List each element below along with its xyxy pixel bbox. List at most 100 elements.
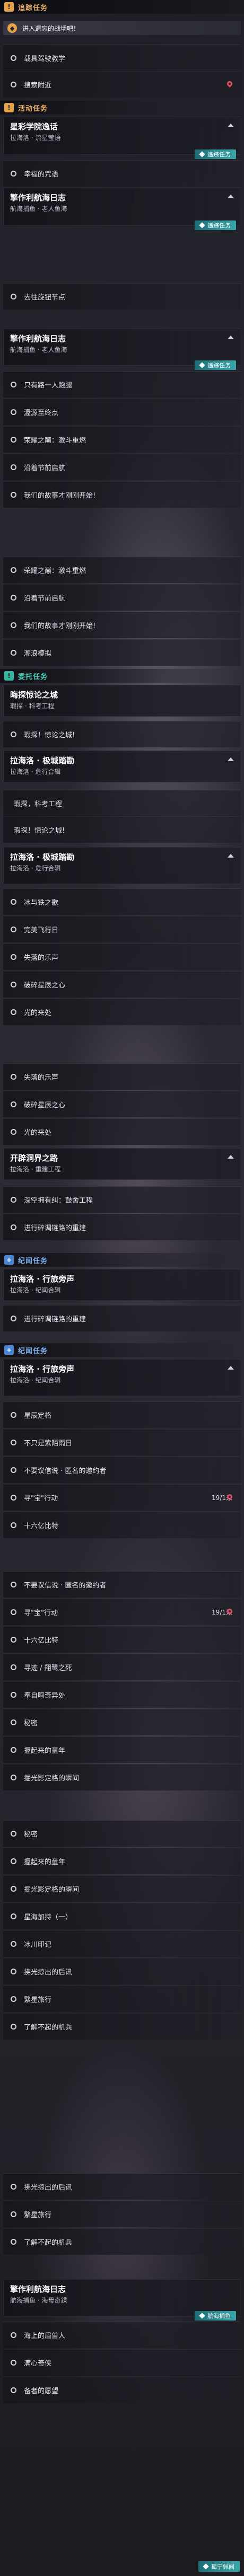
list-item[interactable]: 荣耀之巅：激斗重燃	[3, 557, 241, 583]
list-item[interactable]: 繁星旅行	[3, 2201, 241, 2227]
list-item[interactable]: 满心奇侠	[3, 2349, 241, 2376]
list-item[interactable]: 瑕探，科考工程	[3, 790, 241, 816]
status-ring-icon	[11, 55, 16, 61]
list-item[interactable]: 深空拥有纠：鼓舍工程	[3, 1186, 241, 1213]
tracked-quest-label: 进入遗忘的战场吧！	[22, 24, 80, 32]
list-item[interactable]: 完美飞行日	[3, 916, 241, 942]
list-item[interactable]: 星辰定格	[3, 1401, 241, 1428]
list-item[interactable]: 星海加持（一）	[3, 1903, 241, 1929]
list-item[interactable]: 海上的眉兽人	[3, 2322, 241, 2348]
list-item[interactable]: 我们的故事才刚刚开始!	[3, 612, 241, 638]
compass-icon: ◆	[7, 23, 17, 33]
tracked-section-header: ! 追踪任务	[0, 0, 244, 14]
quest-card[interactable]: 开辟洞界之路 拉海洛 · 重建工程	[3, 1148, 241, 1180]
list-item[interactable]: 繁星旅行	[3, 1986, 241, 2012]
adventure-section-header: ! 委托任务	[0, 669, 244, 683]
list-item[interactable]: 掘光影定格的瞬间	[3, 1875, 241, 1902]
list-item[interactable]: 寻"宝"行动 19/1米	[3, 1484, 241, 1511]
list-item[interactable]: 寻迹 / 翔鹭之死	[3, 1654, 241, 1680]
list-item[interactable]: 破碎星辰之心	[3, 971, 241, 998]
list-item[interactable]: 失落的乐声	[3, 943, 241, 970]
location-pin-icon[interactable]	[226, 1609, 233, 1616]
list-item[interactable]: 失落的乐声	[3, 1063, 241, 1090]
list-item[interactable]: 十六亿比特	[3, 1512, 241, 1538]
status-ring-icon	[11, 82, 16, 87]
list-item[interactable]: 只有路一人跑腿	[3, 371, 241, 398]
list-item[interactable]: 掘光影定格的瞬间	[3, 1764, 241, 1790]
tracked-quest-row[interactable]: ◆ 进入遗忘的战场吧！	[3, 21, 241, 35]
track-tag[interactable]: 追踪任务	[195, 220, 236, 230]
list-item[interactable]: 瑕探！惊论之城!	[3, 721, 241, 747]
list-item[interactable]: 我们的故事才刚刚开始!	[3, 481, 241, 508]
list-item[interactable]: 沿着节前启航	[3, 584, 241, 611]
track-icon	[199, 222, 205, 228]
quest-card[interactable]: 擎作利航海日志 航海捕鱼 · 海母奇鍒 航海捕鱼	[3, 2279, 241, 2321]
list-item[interactable]: 拂光掠出的后讯	[3, 2173, 241, 2200]
chevron-up-icon[interactable]	[228, 757, 234, 761]
list-item[interactable]: 荣耀之巅：激斗重燃	[3, 426, 241, 453]
list-item[interactable]: 幸福的咒语	[3, 160, 241, 187]
list-item[interactable]: 冰与铁之歌	[3, 888, 241, 915]
bottom-tag[interactable]: 孤宁佩闻	[198, 2561, 240, 2572]
list-item[interactable]: 载具驾驶教学	[3, 45, 241, 71]
chevron-up-icon[interactable]	[228, 336, 234, 339]
list-item[interactable]: 奉自鸣奇异处	[3, 1681, 241, 1708]
list-item[interactable]: 拂光掠出的后讯	[3, 1958, 241, 1984]
list-item[interactable]: 光的来处	[3, 999, 241, 1025]
flag-icon: !	[4, 2, 14, 12]
track-tag[interactable]: 航海捕鱼	[195, 2311, 236, 2321]
quest-card[interactable]: 拉海洛 · 极城踏勘 拉海洛 · 危行合辑	[3, 847, 241, 884]
list-item[interactable]: 冰川印记	[3, 1930, 241, 1957]
chevron-up-icon[interactable]	[228, 1366, 234, 1370]
list-item[interactable]: 握起来的童年	[3, 1736, 241, 1763]
list-item[interactable]: 进行碎调链路的重建	[3, 1214, 241, 1240]
chevron-up-icon[interactable]	[228, 854, 234, 858]
companion-section-header: + 纪闻任务	[0, 1343, 244, 1357]
list-item[interactable]: 了解不起的机兵	[3, 2013, 241, 2040]
chevron-up-icon[interactable]	[228, 123, 234, 127]
track-tag[interactable]: 追踪任务	[195, 149, 236, 159]
quest-card[interactable]: 星彩学院逸话 拉海洛 · 流星莹语 追踪任务	[3, 117, 241, 159]
list-item[interactable]: 不要议信说 · 匿名的邀约者	[3, 1571, 241, 1598]
list-item[interactable]: 秘密	[3, 1820, 241, 1847]
flag-icon: !	[4, 671, 14, 681]
status-ring-icon	[11, 171, 16, 177]
quest-card[interactable]: 拉海洛 · 行旅旁声 拉海洛 · 纪闻合辑	[3, 1359, 241, 1396]
activity-section-header: ! 活动任务	[0, 101, 244, 114]
list-item[interactable]: 进行碎调链路的重建	[3, 1305, 241, 1331]
chevron-up-icon[interactable]	[228, 195, 234, 198]
section-title: 追踪任务	[18, 4, 48, 12]
list-item[interactable]: 不只是紫陌雨日	[3, 1429, 241, 1455]
list-item[interactable]: 备者的愿望	[3, 2377, 241, 2403]
chevron-up-icon[interactable]	[228, 1155, 234, 1159]
quest-card[interactable]: 擎作利航海日志 航海捕鱼 · 老人鱼海 追踪任务	[3, 329, 241, 370]
list-item[interactable]: 瑕探！惊论之城!	[3, 816, 241, 843]
list-item[interactable]: 破碎星辰之心	[3, 1091, 241, 1117]
list-item[interactable]: 搜索附近	[3, 71, 241, 98]
quest-card[interactable]: 晦探惊论之城 瑕探 · 科考工程	[3, 685, 241, 717]
quest-card[interactable]: 擎作利航海日志 航海捕鱼 · 老人鱼海 追踪任务	[3, 188, 241, 230]
list-item[interactable]: 秘密	[3, 1709, 241, 1735]
quest-card[interactable]: 拉海洛 · 行旅旁声 拉海洛 · 纪闻合辑	[3, 1269, 241, 1301]
quest-card[interactable]: 拉海洛 · 极城踏勘 拉海洛 · 危行合辑	[3, 751, 241, 782]
flag-icon: !	[4, 103, 14, 112]
list-item[interactable]: 渥源至终点	[3, 399, 241, 425]
list-item[interactable]: 潮浪模拟	[3, 639, 241, 666]
track-icon	[199, 362, 205, 368]
track-icon	[199, 151, 205, 157]
companion-section-header: + 纪闻任务	[0, 1253, 244, 1267]
list-item[interactable]: 握起来的童年	[3, 1848, 241, 1874]
location-pin-icon[interactable]	[226, 1494, 233, 1502]
list-item[interactable]: 沿着节前启航	[3, 454, 241, 480]
list-item[interactable]: 了解不起的机兵	[3, 2228, 241, 2255]
list-item[interactable]: 光的来处	[3, 1118, 241, 1145]
plus-icon: +	[4, 1255, 14, 1265]
plus-icon: +	[4, 1345, 14, 1355]
list-item[interactable]: 去往旋钮节点	[3, 283, 241, 310]
list-item[interactable]: 不要议信说 · 匿名的邀约者	[3, 1457, 241, 1483]
list-item[interactable]: 寻"宝"行动 19/1米	[3, 1599, 241, 1625]
location-pin-icon[interactable]	[226, 81, 233, 89]
track-icon	[199, 2313, 205, 2319]
track-tag[interactable]: 追踪任务	[195, 360, 236, 370]
list-item[interactable]: 十六亿比特	[3, 1626, 241, 1653]
